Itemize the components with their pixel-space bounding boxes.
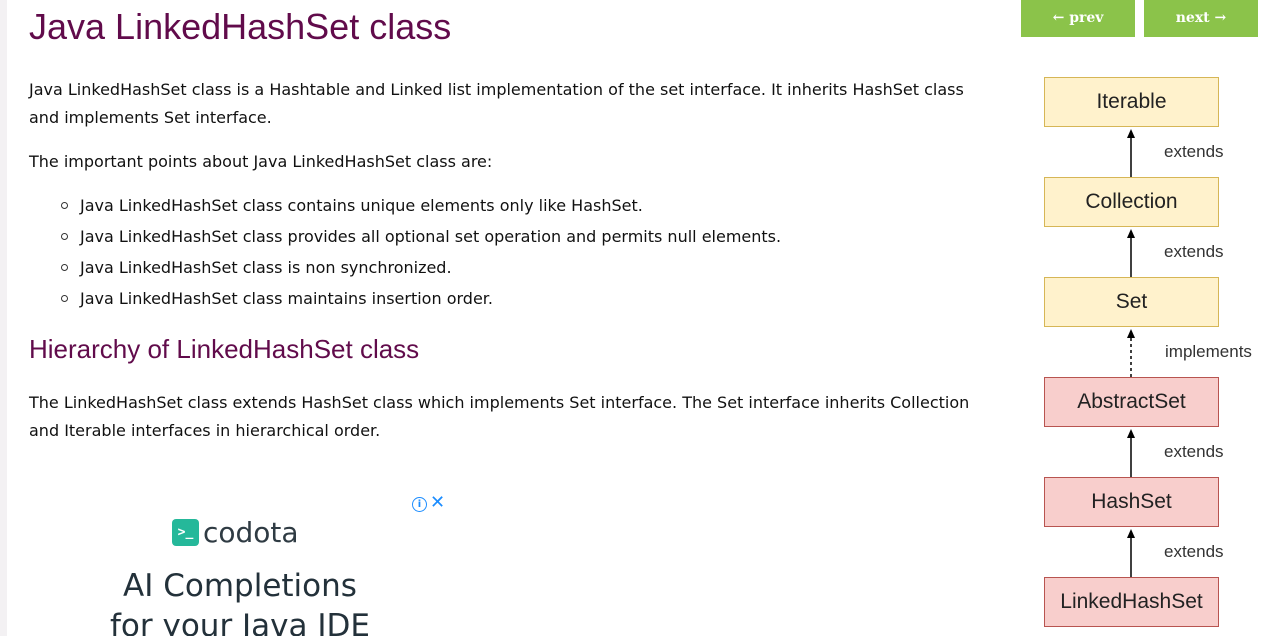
diagram-node-iterable: Iterable: [1044, 77, 1219, 127]
points-list: Java LinkedHashSet class contains unique…: [29, 190, 781, 314]
codota-logo-icon: >_: [172, 519, 199, 546]
arrowhead-icon: [1127, 229, 1135, 238]
prev-button[interactable]: ← prev: [1021, 0, 1135, 37]
ad-controls: i ✕: [412, 492, 445, 513]
next-button[interactable]: next →: [1144, 0, 1258, 37]
diagram-edge-label: extends: [1164, 142, 1224, 161]
diagram-edge-label: extends: [1164, 442, 1224, 461]
close-icon[interactable]: ✕: [430, 492, 445, 513]
left-rail: [0, 0, 7, 636]
ad-headline-line2: for your Java IDE: [110, 608, 370, 636]
diagram-node-linkedhashset: LinkedHashSet: [1044, 577, 1219, 627]
info-icon[interactable]: i: [412, 497, 427, 512]
arrowhead-icon: [1127, 129, 1135, 138]
list-item: Java LinkedHashSet class contains unique…: [29, 190, 781, 221]
diagram-edge-label: extends: [1164, 242, 1224, 261]
bullet-icon: [61, 264, 68, 271]
list-item: Java LinkedHashSet class maintains inser…: [29, 283, 781, 314]
advertisement[interactable]: i ✕ >_ codota AI Completions for your Java…: [80, 488, 460, 636]
hierarchy-paragraph: The LinkedHashSet class extends HashSet …: [29, 393, 970, 440]
intro-paragraph: Java LinkedHashSet class is a Hashtable …: [29, 80, 964, 127]
page-title: Java LinkedHashSet class: [29, 6, 452, 47]
list-item: Java LinkedHashSet class is non synchron…: [29, 252, 781, 283]
diagram-node-set: Set: [1044, 277, 1219, 327]
points-intro: The important points about Java LinkedHa…: [29, 152, 493, 171]
diagram-edge-label: extends: [1164, 542, 1224, 561]
diagram-node-collection: Collection: [1044, 177, 1219, 227]
diagram-node-abstractset: AbstractSet: [1044, 377, 1219, 427]
ad-brand[interactable]: >_ codota: [172, 516, 299, 549]
ad-brand-name: codota: [203, 516, 299, 549]
diagram-node-hashset: HashSet: [1044, 477, 1219, 527]
ad-headline[interactable]: AI Completions for your Java IDE: [80, 566, 400, 636]
bullet-icon: [61, 233, 68, 240]
bullet-icon: [61, 202, 68, 209]
hierarchy-diagram: Iterable Collection Set AbstractSet HashSet L…: [1030, 60, 1270, 636]
arrowhead-icon: [1127, 529, 1135, 538]
diagram-edge-label: implements: [1165, 342, 1252, 361]
arrowhead-icon: [1127, 329, 1135, 338]
list-item: Java LinkedHashSet class provides all op…: [29, 221, 781, 252]
bullet-icon: [61, 295, 68, 302]
arrowhead-icon: [1127, 429, 1135, 438]
hierarchy-heading: Hierarchy of LinkedHashSet class: [29, 334, 420, 364]
ad-headline-line1: AI Completions: [123, 568, 357, 604]
